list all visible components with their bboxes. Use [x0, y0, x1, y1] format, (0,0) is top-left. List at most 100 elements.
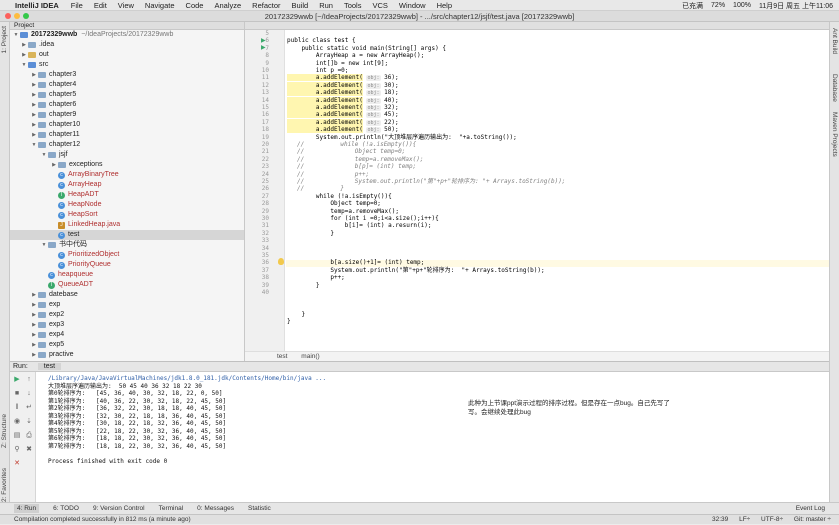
tree-item-idea[interactable]: ▶ .idea	[20, 40, 54, 50]
chevron-right-icon[interactable]: ▶	[30, 130, 38, 140]
chevron-right-icon[interactable]: ▶	[30, 70, 38, 80]
chevron-right-icon[interactable]: ▶	[30, 80, 38, 90]
tree-item-book-code[interactable]: ▼ 书中代码	[40, 240, 87, 250]
version-control-tool-button[interactable]: 9: Version Control	[93, 505, 145, 512]
chevron-right-icon[interactable]: ▶	[30, 110, 38, 120]
tree-item-exp3[interactable]: ▶ exp3	[30, 320, 64, 330]
project-panel-header[interactable]: Project	[10, 22, 244, 30]
menu-vcs[interactable]: VCS	[372, 1, 387, 10]
menu-analyze[interactable]: Analyze	[214, 1, 241, 10]
tree-item-datebase[interactable]: ▶ datebase	[30, 290, 78, 300]
clock[interactable]: 11月9日 周五 上午11:06	[759, 1, 833, 11]
chevron-right-icon[interactable]: ▶	[50, 160, 58, 170]
tree-item-src[interactable]: ▼ src	[20, 60, 48, 70]
run-gutter-icon[interactable]: ▶	[261, 37, 266, 44]
chevron-down-icon[interactable]: ▼	[40, 150, 48, 160]
stop-icon[interactable]: ■	[13, 390, 21, 398]
charging-status[interactable]: 已充满	[682, 1, 703, 11]
scroll-end-icon[interactable]: ⇣	[25, 418, 33, 426]
tree-item-queueadt[interactable]: I QueueADT	[48, 280, 93, 290]
tree-item-heapadt[interactable]: I HeapADT	[58, 190, 99, 200]
structure-tool-tab[interactable]: Z: Structure	[1, 414, 8, 448]
close-icon[interactable]: ✕	[13, 460, 21, 468]
wrap-icon[interactable]: ↵	[25, 404, 33, 412]
tree-item-chapter6[interactable]: ▶ chapter6	[30, 100, 76, 110]
breadcrumb-method[interactable]: main()	[301, 353, 319, 360]
tree-item-chapter10[interactable]: ▶ chapter10	[30, 120, 80, 130]
tree-item-linkedheap[interactable]: J LinkedHeap.java	[58, 220, 120, 230]
menu-build[interactable]: Build	[292, 1, 309, 10]
chevron-down-icon[interactable]: ▼	[40, 240, 48, 250]
menu-file[interactable]: File	[71, 1, 83, 10]
tree-item-chapter3[interactable]: ▶ chapter3	[30, 70, 76, 80]
menu-run[interactable]: Run	[319, 1, 333, 10]
code-editor[interactable]: 5 6 7 8 9 10 11 12 13 14 15 16 17 18 19 …	[245, 22, 829, 361]
app-menu[interactable]: IntelliJ IDEA	[15, 1, 59, 10]
chevron-right-icon[interactable]: ▶	[30, 100, 38, 110]
layout-icon[interactable]: ▤	[13, 432, 21, 440]
tree-item-chapter5[interactable]: ▶ chapter5	[30, 90, 76, 100]
chevron-right-icon[interactable]: ▶	[20, 40, 28, 50]
tree-item-jsjf[interactable]: ▼ jsjf	[40, 150, 68, 160]
chevron-right-icon[interactable]: ▶	[20, 50, 28, 60]
down-arrow-icon[interactable]: ↓	[25, 390, 33, 398]
tree-item-chapter11[interactable]: ▶ chapter11	[30, 130, 80, 140]
tree-item-practive[interactable]: ▶ practive	[30, 350, 74, 360]
up-arrow-icon[interactable]: ↑	[25, 376, 33, 384]
menu-help[interactable]: Help	[437, 1, 452, 10]
menu-refactor[interactable]: Refactor	[252, 1, 280, 10]
ant-build-tab[interactable]: Ant Build	[831, 28, 838, 54]
run-gutter-icon[interactable]: ▶	[261, 44, 266, 51]
chevron-down-icon[interactable]: ▼	[20, 60, 28, 70]
run-config-tab[interactable]: test	[37, 363, 62, 370]
tree-item-chapter4[interactable]: ▶ chapter4	[30, 80, 76, 90]
tree-item-out[interactable]: ▶ out	[20, 50, 49, 60]
tree-item-chapter12[interactable]: ▼ chapter12	[30, 140, 80, 150]
maven-projects-tab[interactable]: Maven Projects	[831, 112, 838, 157]
pin-icon[interactable]: ⚲	[13, 446, 21, 454]
tree-item-exp2[interactable]: ▶ exp2	[30, 310, 64, 320]
tree-item-exp5[interactable]: ▶ exp5	[30, 340, 64, 350]
tree-item-test[interactable]: c test	[10, 230, 244, 240]
git-branch[interactable]: Git: master ÷	[794, 516, 831, 523]
tree-item-chapter9[interactable]: ▶ chapter9	[30, 110, 76, 120]
menu-view[interactable]: View	[118, 1, 134, 10]
messages-tool-button[interactable]: 0: Messages	[197, 505, 234, 512]
tree-item-arraybinarytree[interactable]: c ArrayBinaryTree	[58, 170, 119, 180]
tree-root[interactable]: ▼ 20172329wwb ~/IdeaProjects/20172329wwb	[12, 30, 173, 40]
tree-item-prioritizedobject[interactable]: c PrioritizedObject	[58, 250, 119, 260]
tree-item-priorityqueue[interactable]: c PriorityQueue	[58, 260, 111, 270]
tree-item-heapsort[interactable]: c HeapSort	[58, 210, 98, 220]
close-window-button[interactable]	[5, 13, 11, 19]
tree-item-exceptions[interactable]: ▶ exceptions	[50, 160, 102, 170]
run-tool-button[interactable]: 4: Run	[14, 504, 40, 513]
chevron-right-icon[interactable]: ▶	[30, 320, 38, 330]
chevron-right-icon[interactable]: ▶	[30, 120, 38, 130]
chevron-right-icon[interactable]: ▶	[30, 340, 38, 350]
tree-item-exp[interactable]: ▶ exp	[30, 300, 60, 310]
rerun-icon[interactable]: ▶	[13, 376, 21, 384]
tree-item-heapnode[interactable]: c HeapNode	[58, 200, 101, 210]
tree-item-heapqueue[interactable]: c heapqueue	[48, 270, 93, 280]
chevron-right-icon[interactable]: ▶	[30, 90, 38, 100]
menu-code[interactable]: Code	[186, 1, 204, 10]
chevron-right-icon[interactable]: ▶	[30, 330, 38, 340]
menu-edit[interactable]: Edit	[94, 1, 107, 10]
battery-status[interactable]: 72%	[711, 2, 725, 9]
print-icon[interactable]: ⎙	[25, 432, 33, 440]
file-encoding[interactable]: UTF-8÷	[761, 516, 783, 523]
chevron-right-icon[interactable]: ▶	[30, 350, 38, 360]
statistic-tool-button[interactable]: Statistic	[248, 505, 271, 512]
chevron-right-icon[interactable]: ▶	[30, 290, 38, 300]
todo-tool-button[interactable]: 6: TODO	[53, 505, 79, 512]
favorites-tool-tab[interactable]: 2: Favorites	[1, 468, 8, 502]
cursor-position[interactable]: 32:39	[712, 516, 728, 523]
zoom-window-button[interactable]	[23, 13, 29, 19]
menu-navigate[interactable]: Navigate	[145, 1, 175, 10]
minimize-window-button[interactable]	[14, 13, 20, 19]
lightbulb-icon[interactable]	[278, 258, 284, 265]
database-tab[interactable]: Database	[831, 74, 838, 102]
chevron-down-icon[interactable]: ▼	[12, 30, 20, 40]
project-tool-tab[interactable]: 1: Project	[1, 26, 8, 53]
tree-item-exp4[interactable]: ▶ exp4	[30, 330, 64, 340]
